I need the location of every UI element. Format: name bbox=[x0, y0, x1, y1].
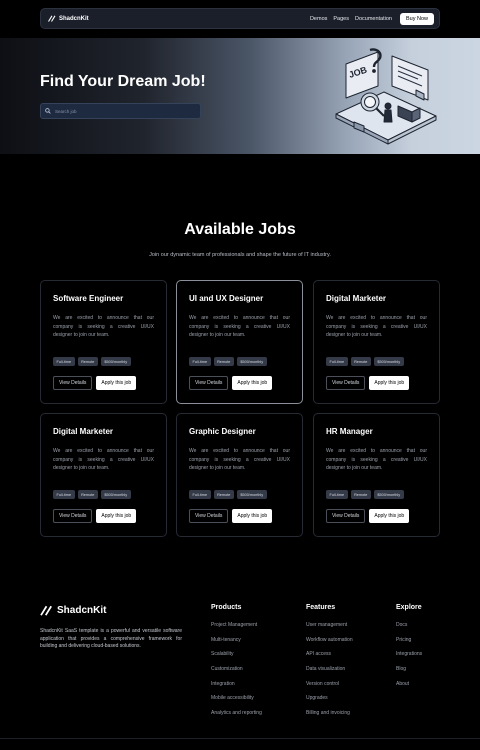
footer-link[interactable]: API access bbox=[306, 651, 353, 666]
jobs-section-title: Available Jobs bbox=[184, 221, 296, 238]
footer-link[interactable]: About bbox=[396, 681, 422, 696]
footer-link[interactable]: Integration bbox=[211, 681, 262, 696]
job-location-tag: Remote bbox=[77, 357, 98, 366]
footer-column-products: Products Project Management Multi-tenanc… bbox=[211, 604, 262, 725]
top-navbar: ShadcnKit Demos Pages Documentation Buy … bbox=[40, 8, 440, 29]
view-details-button[interactable]: View Details bbox=[189, 509, 229, 523]
footer-column-features: Features User management Workflow automa… bbox=[306, 604, 353, 725]
job-salary-tag: $500/monthly bbox=[236, 357, 267, 366]
job-salary-tag: $500/monthly bbox=[100, 490, 131, 499]
job-search-illustration-icon: JOB bbox=[335, 48, 437, 145]
job-salary-tag: $500/monthly bbox=[373, 357, 404, 366]
footer-column-heading: Explore bbox=[396, 604, 422, 611]
job-card: UI and UX Designer We are excited to ann… bbox=[176, 280, 303, 404]
footer-link[interactable]: Docs bbox=[396, 622, 422, 637]
job-type-tag: Full-time bbox=[326, 357, 348, 366]
shadcnkit-logo-icon bbox=[40, 605, 52, 616]
apply-job-button[interactable]: Apply this job bbox=[232, 509, 273, 523]
apply-job-button[interactable]: Apply this job bbox=[369, 376, 410, 390]
apply-job-button[interactable]: Apply this job bbox=[96, 376, 137, 390]
footer-column-heading: Products bbox=[211, 604, 242, 611]
view-details-button[interactable]: View Details bbox=[326, 509, 366, 523]
search-box bbox=[40, 103, 201, 119]
job-type-tag: Full-time bbox=[326, 490, 348, 499]
job-description: We are excited to announce that our comp… bbox=[189, 315, 290, 338]
job-location-tag: Remote bbox=[77, 490, 98, 499]
view-details-button[interactable]: View Details bbox=[326, 376, 366, 390]
brand-logo[interactable]: ShadcnKit bbox=[48, 15, 89, 22]
job-type-tag: Full-time bbox=[189, 357, 211, 366]
job-salary-tag: $500/monthly bbox=[236, 490, 267, 499]
jobs-section-subtitle: Join our dynamic team of professionals a… bbox=[149, 252, 331, 258]
job-location-tag: Remote bbox=[213, 357, 234, 366]
job-title: Software Engineer bbox=[53, 294, 124, 303]
job-description: We are excited to announce that our comp… bbox=[326, 315, 427, 338]
nav-link-pages[interactable]: Pages bbox=[333, 16, 349, 22]
job-description: We are excited to announce that our comp… bbox=[53, 448, 154, 471]
job-title: HR Manager bbox=[326, 427, 373, 436]
brand-name: ShadcnKit bbox=[59, 15, 89, 22]
job-card: Graphic Designer We are excited to annou… bbox=[176, 413, 303, 537]
footer-link[interactable]: Data visualization bbox=[306, 666, 353, 681]
apply-job-button[interactable]: Apply this job bbox=[232, 376, 273, 390]
job-salary-tag: $500/monthly bbox=[100, 357, 131, 366]
job-type-tag: Full-time bbox=[53, 357, 75, 366]
footer-column-explore: Explore Docs Pricing Integrations Blog A… bbox=[396, 604, 422, 695]
job-title: UI and UX Designer bbox=[189, 294, 264, 303]
footer-link[interactable]: Project Management bbox=[211, 622, 262, 637]
footer-link[interactable]: Scalability bbox=[211, 651, 262, 666]
job-salary-tag: $500/monthly bbox=[373, 490, 404, 499]
view-details-button[interactable]: View Details bbox=[189, 376, 229, 390]
job-title: Graphic Designer bbox=[189, 427, 256, 436]
footer-divider bbox=[0, 738, 480, 739]
footer-link[interactable]: Version control bbox=[306, 681, 353, 696]
footer-link[interactable]: Pricing bbox=[396, 637, 422, 652]
job-type-tag: Full-time bbox=[189, 490, 211, 499]
footer-link[interactable]: Multi-tenancy bbox=[211, 637, 262, 652]
footer-link[interactable]: Analytics and reporting bbox=[211, 710, 262, 725]
job-description: We are excited to announce that our comp… bbox=[53, 315, 154, 338]
job-card: Software Engineer We are excited to anno… bbox=[40, 280, 167, 404]
footer-link[interactable]: Upgrades bbox=[306, 695, 353, 710]
job-title: Digital Marketer bbox=[53, 427, 114, 436]
footer-link[interactable]: Integrations bbox=[396, 651, 422, 666]
footer-link[interactable]: Mobile accessibility bbox=[211, 695, 262, 710]
shadcnkit-logo-icon bbox=[48, 15, 56, 22]
apply-job-button[interactable]: Apply this job bbox=[96, 509, 137, 523]
footer-link[interactable]: Workflow automation bbox=[306, 637, 353, 652]
footer-link[interactable]: Blog bbox=[396, 666, 422, 681]
footer-link[interactable]: User management bbox=[306, 622, 353, 637]
job-description: We are excited to announce that our comp… bbox=[189, 448, 290, 471]
hero-title: Find Your Dream Job! bbox=[40, 73, 206, 90]
footer-link[interactable]: Billing and invoicing bbox=[306, 710, 353, 725]
view-details-button[interactable]: View Details bbox=[53, 376, 93, 390]
nav-link-documentation[interactable]: Documentation bbox=[355, 16, 392, 22]
job-location-tag: Remote bbox=[213, 490, 234, 499]
apply-job-button[interactable]: Apply this job bbox=[369, 509, 410, 523]
search-icon bbox=[45, 108, 51, 114]
footer-brand[interactable]: ShadcnKit bbox=[40, 605, 106, 616]
job-description: We are excited to announce that our comp… bbox=[326, 448, 427, 471]
footer-column-heading: Features bbox=[306, 604, 336, 611]
nav-link-demos[interactable]: Demos bbox=[310, 16, 327, 22]
footer-description: ShadcnKit SaaS template is a powerful an… bbox=[40, 628, 182, 650]
job-location-tag: Remote bbox=[350, 357, 371, 366]
job-card: Digital Marketer We are excited to annou… bbox=[313, 280, 440, 404]
job-card: HR Manager We are excited to announce th… bbox=[313, 413, 440, 537]
view-details-button[interactable]: View Details bbox=[53, 509, 93, 523]
job-card: Digital Marketer We are excited to annou… bbox=[40, 413, 167, 537]
footer-brand-name: ShadcnKit bbox=[57, 605, 107, 616]
job-title: Digital Marketer bbox=[326, 294, 387, 303]
job-type-tag: Full-time bbox=[53, 490, 75, 499]
job-location-tag: Remote bbox=[350, 490, 371, 499]
buy-now-button[interactable]: Buy Now bbox=[399, 12, 434, 25]
search-input[interactable] bbox=[55, 108, 195, 114]
footer-link[interactable]: Customization bbox=[211, 666, 262, 681]
